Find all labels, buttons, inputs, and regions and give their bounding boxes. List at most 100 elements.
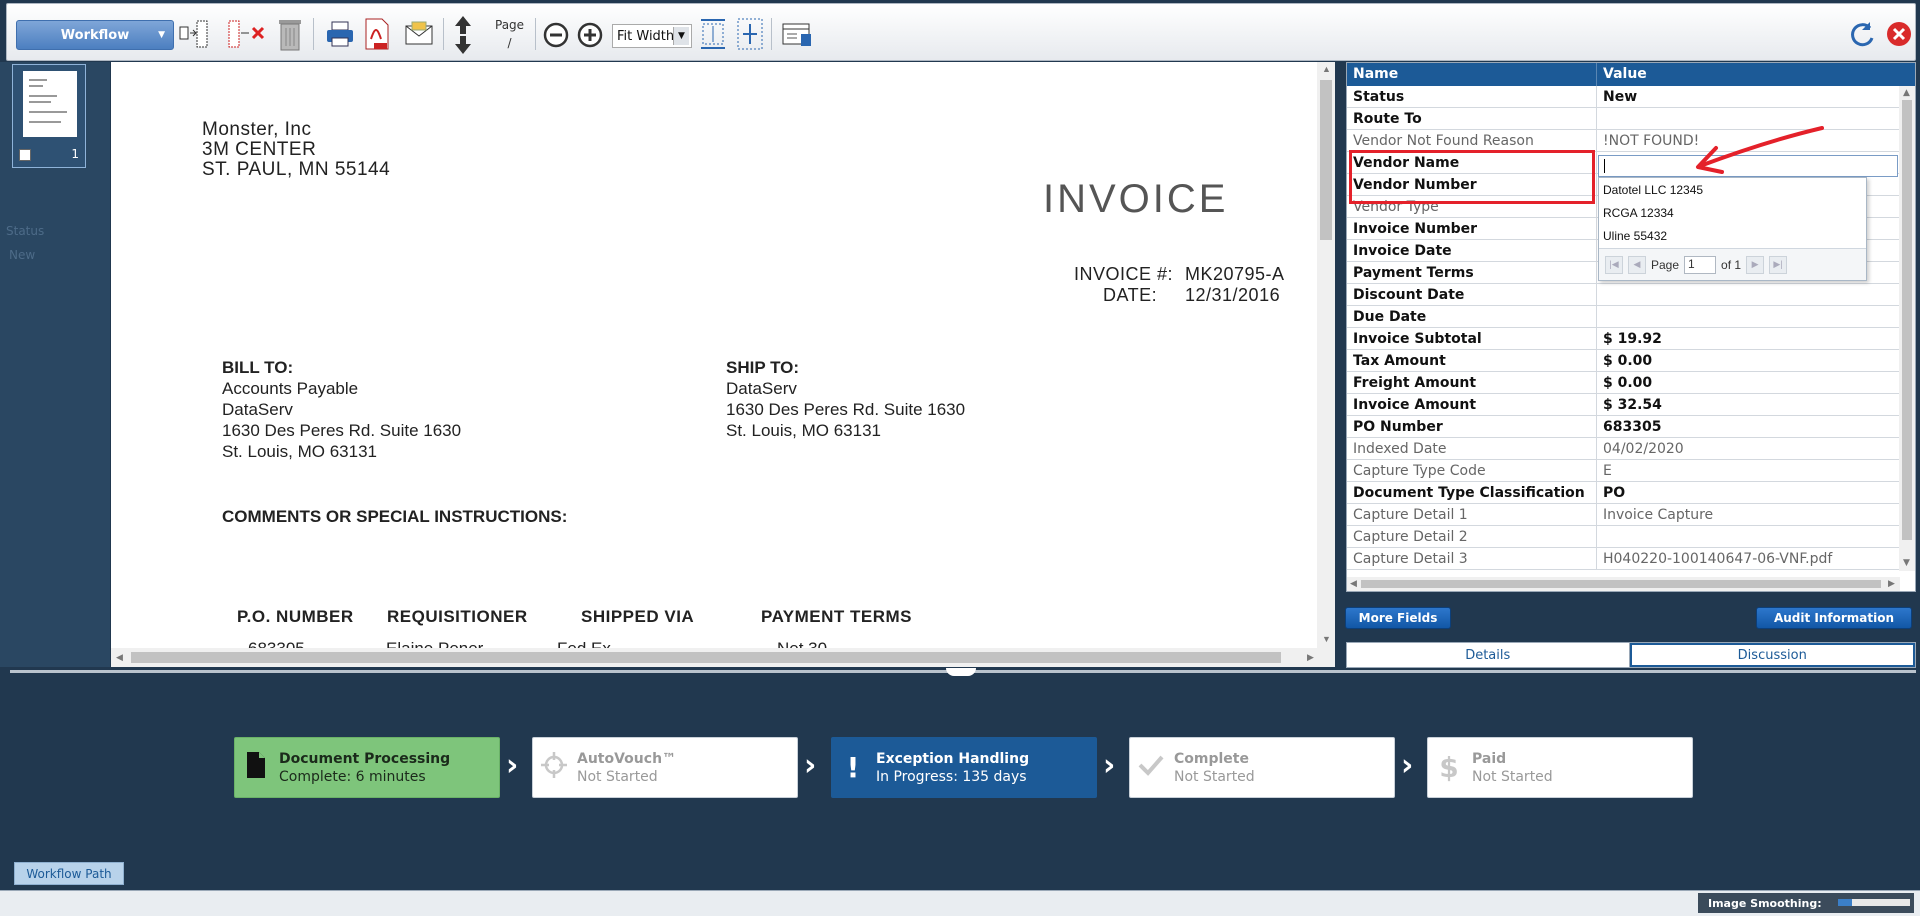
field-value[interactable]: Invoice Capture bbox=[1597, 504, 1915, 525]
scroll-thumb[interactable] bbox=[1902, 100, 1912, 540]
page-thumbnail[interactable]: 1 bbox=[12, 64, 86, 168]
field-value[interactable] bbox=[1597, 306, 1915, 327]
audit-information-button[interactable]: Audit Information bbox=[1756, 607, 1912, 629]
crosshair-icon bbox=[541, 751, 567, 784]
field-row-freight-amount[interactable]: Freight Amount $ 0.00 bbox=[1347, 372, 1915, 394]
field-value[interactable]: $ 19.92 bbox=[1597, 328, 1915, 349]
field-value[interactable]: 04/02/2020 bbox=[1597, 438, 1915, 459]
field-row-document-type-classification[interactable]: Document Type Classification PO bbox=[1347, 482, 1915, 504]
thumbnail-checkbox[interactable] bbox=[19, 149, 31, 161]
check-icon bbox=[1138, 754, 1164, 782]
field-row-vendor-not-found-reason[interactable]: Vendor Not Found Reason !NOT FOUND! bbox=[1347, 130, 1915, 152]
email-icon[interactable] bbox=[404, 20, 434, 48]
print-icon[interactable] bbox=[325, 20, 355, 48]
vendor-option[interactable]: Datotel LLC 12345 bbox=[1599, 178, 1866, 201]
field-value[interactable] bbox=[1597, 526, 1915, 547]
invoice-document: Monster, Inc 3M CENTER ST. PAUL, MN 55144 … bbox=[111, 62, 1316, 649]
tab-discussion[interactable]: Discussion bbox=[1629, 643, 1915, 667]
workflow-path-button[interactable]: Workflow Path bbox=[14, 862, 124, 885]
field-value[interactable]: $ 32.54 bbox=[1597, 394, 1915, 415]
viewer-vertical-scrollbar[interactable]: ▲ ▼ bbox=[1317, 62, 1335, 648]
splitter-handle[interactable] bbox=[946, 668, 976, 676]
column-header-payment-terms: PAYMENT TERMS bbox=[761, 607, 913, 626]
field-row-indexed-date[interactable]: Indexed Date 04/02/2020 bbox=[1347, 438, 1915, 460]
refresh-icon[interactable] bbox=[1848, 20, 1876, 48]
ghost-new-label: New bbox=[9, 248, 36, 262]
field-value[interactable]: 683305 bbox=[1597, 416, 1915, 437]
fields-horizontal-scrollbar[interactable]: ◀ ▶ bbox=[1347, 577, 1900, 591]
vendor-option[interactable]: Uline 55432 bbox=[1599, 224, 1866, 247]
field-name: Capture Detail 1 bbox=[1347, 504, 1597, 525]
thumbnail-panel: 1 Status New bbox=[0, 62, 110, 667]
image-smoothing-slider[interactable] bbox=[1838, 899, 1910, 906]
field-row-capture-type-code[interactable]: Capture Type Code E bbox=[1347, 460, 1915, 482]
name-column-header[interactable]: Name bbox=[1347, 63, 1597, 86]
field-row-capture-detail-2[interactable]: Capture Detail 2 bbox=[1347, 526, 1915, 548]
invoice-title: INVOICE bbox=[1043, 177, 1229, 221]
field-row-discount-date[interactable]: Discount Date bbox=[1347, 284, 1915, 306]
field-value[interactable] bbox=[1597, 284, 1915, 305]
scroll-thumb[interactable] bbox=[1361, 580, 1881, 588]
insert-pages-icon[interactable] bbox=[179, 19, 209, 51]
fields-vertical-scrollbar[interactable]: ▲ ▼ bbox=[1899, 86, 1915, 571]
invoice-date: 12/31/2016 bbox=[1185, 285, 1281, 305]
pdf-icon[interactable] bbox=[363, 17, 391, 51]
field-value[interactable]: PO bbox=[1597, 482, 1915, 503]
document-icon bbox=[243, 751, 269, 785]
slider-handle[interactable] bbox=[1838, 899, 1852, 906]
document-viewer[interactable]: Monster, Inc 3M CENTER ST. PAUL, MN 55144 … bbox=[111, 62, 1335, 667]
from-address: Monster, Inc 3M CENTER ST. PAUL, MN 55144 bbox=[202, 119, 391, 180]
field-row-status[interactable]: Status New bbox=[1347, 86, 1915, 108]
close-icon[interactable] bbox=[1885, 20, 1913, 48]
field-row-capture-detail-3[interactable]: Capture Detail 3 H040220-100140647-06-VNF… bbox=[1347, 548, 1915, 570]
step-complete[interactable]: Complete Not Started bbox=[1129, 737, 1395, 798]
scroll-updown-icon[interactable] bbox=[451, 14, 475, 56]
thumbnail-page-number: 1 bbox=[71, 147, 79, 161]
field-row-invoice-amount[interactable]: Invoice Amount $ 32.54 bbox=[1347, 394, 1915, 416]
zoom-in-icon[interactable] bbox=[577, 22, 603, 48]
field-name: Tax Amount bbox=[1347, 350, 1597, 371]
panel-tabs: Details Discussion bbox=[1346, 642, 1916, 668]
field-row-invoice-subtotal[interactable]: Invoice Subtotal $ 19.92 bbox=[1347, 328, 1915, 350]
step-autovouch[interactable]: AutoVouch™ Not Started bbox=[532, 737, 798, 798]
fit-height-icon[interactable] bbox=[699, 16, 727, 52]
field-value[interactable]: E bbox=[1597, 460, 1915, 481]
more-fields-button[interactable]: More Fields bbox=[1345, 607, 1451, 629]
first-page-icon[interactable]: |◀ bbox=[1605, 255, 1623, 274]
step-document-processing[interactable]: Document Processing Complete: 6 minutes bbox=[234, 737, 500, 798]
field-row-po-number[interactable]: PO Number 683305 bbox=[1347, 416, 1915, 438]
field-row-route-to[interactable]: Route To bbox=[1347, 108, 1915, 130]
fit-page-icon[interactable] bbox=[735, 16, 765, 52]
page-value[interactable]: / bbox=[508, 34, 512, 52]
scroll-thumb[interactable] bbox=[131, 652, 1281, 663]
prev-page-icon[interactable]: ◀ bbox=[1628, 255, 1646, 274]
pager-page-input[interactable]: 1 bbox=[1684, 255, 1717, 274]
column-header-shipped-via: SHIPPED VIA bbox=[581, 607, 695, 626]
properties-icon[interactable] bbox=[781, 20, 813, 48]
step-exception-handling[interactable]: ! Exception Handling In Progress: 135 day… bbox=[831, 737, 1097, 798]
tab-details[interactable]: Details bbox=[1347, 643, 1630, 667]
column-header-po: P.O. NUMBER bbox=[237, 607, 354, 626]
last-page-icon[interactable]: ▶| bbox=[1769, 255, 1788, 274]
field-row-capture-detail-1[interactable]: Capture Detail 1 Invoice Capture bbox=[1347, 504, 1915, 526]
workflow-button[interactable]: Workflow ▼ bbox=[16, 20, 174, 50]
field-value[interactable]: $ 0.00 bbox=[1597, 350, 1915, 371]
field-row-tax-amount[interactable]: Tax Amount $ 0.00 bbox=[1347, 350, 1915, 372]
viewer-horizontal-scrollbar[interactable]: ◀ ▶ bbox=[111, 648, 1335, 667]
bill-to-address: Accounts Payable DataServ 1630 Des Peres … bbox=[222, 379, 462, 461]
zoom-out-icon[interactable] bbox=[543, 22, 569, 48]
step-paid[interactable]: $ Paid Not Started bbox=[1427, 737, 1693, 798]
page-label: Page bbox=[495, 18, 525, 32]
field-value[interactable]: New bbox=[1597, 86, 1915, 107]
scroll-thumb[interactable] bbox=[1320, 80, 1332, 240]
delete-pages-icon[interactable] bbox=[227, 19, 267, 51]
value-column-header[interactable]: Value bbox=[1597, 63, 1915, 86]
trash-icon[interactable] bbox=[275, 16, 305, 52]
next-page-icon[interactable]: ▶ bbox=[1746, 255, 1765, 274]
field-row-due-date[interactable]: Due Date bbox=[1347, 306, 1915, 328]
vendor-option[interactable]: RCGA 12334 bbox=[1599, 201, 1866, 224]
field-value[interactable]: H040220-100140647-06-VNF.pdf bbox=[1597, 548, 1915, 569]
zoom-select[interactable]: Fit Width ▼ bbox=[612, 24, 692, 48]
status-bar: Image Smoothing: bbox=[0, 890, 1920, 916]
field-value[interactable]: $ 0.00 bbox=[1597, 372, 1915, 393]
